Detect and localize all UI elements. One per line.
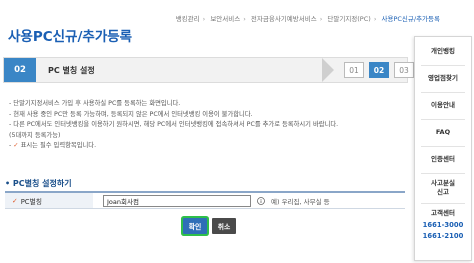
pc-alias-form: ✓ PC별칭 예) 우리집, 사무실 등 — [5, 191, 405, 209]
required-check-icon: ✓ — [13, 142, 19, 149]
action-buttons: 확인 취소 — [183, 218, 236, 234]
quick-menu: 개인뱅킹 영업점찾기 이용안내 FAQ 인증센터 사고분실 신고 고객센터 16… — [414, 36, 472, 261]
quickmenu-branch-finder[interactable]: 영업점찾기 — [415, 74, 471, 83]
step-2-active: 02 — [369, 62, 389, 78]
step-arrow-icon — [322, 58, 334, 82]
step-1: 01 — [344, 62, 364, 78]
quickmenu-loss-report[interactable]: 사고분실 신고 — [415, 179, 471, 197]
required-note-text: 표시는 필수 입력항목입니다. — [20, 142, 97, 149]
required-note: - ✓ 표시는 필수 입력항목입니다. — [9, 142, 97, 149]
breadcrumb-separator: › — [319, 15, 323, 23]
breadcrumb-separator: › — [202, 15, 206, 23]
quickmenu-divider — [421, 65, 465, 66]
guide-note: - 단말기지정서비스 가입 후 사용하실 PC를 등록하는 화면입니다. — [9, 100, 181, 107]
quickmenu-faq[interactable]: FAQ — [415, 128, 471, 137]
info-circle-icon — [257, 196, 265, 205]
pc-alias-label-text: PC별칭 — [20, 197, 43, 206]
pc-alias-label: ✓ PC별칭 — [5, 193, 93, 208]
guide-note: (5대까지 등록가능) — [9, 131, 61, 139]
pc-alias-input[interactable] — [103, 194, 251, 207]
quickmenu-divider — [421, 203, 465, 204]
guide-note: - 다른 PC에서도 인터넷뱅킹을 이용하기 원하시면, 해당 PC에서 인터넷… — [9, 121, 339, 128]
customer-center-phone: 1661-3000 — [422, 221, 464, 229]
quickmenu-loss-report-line2: 신고 — [437, 188, 449, 196]
page-title: 사용PC신규/추가등록 — [8, 29, 133, 45]
section-title: • PC별칭 설정하기 — [5, 179, 72, 188]
quickmenu-personal-banking[interactable]: 개인뱅킹 — [415, 47, 471, 56]
quickmenu-loss-report-line1: 사고분실 — [431, 179, 455, 187]
breadcrumb-item[interactable]: 뱅킹관리 — [176, 15, 200, 23]
step-indicator: 02 PC 별칭 설정 01 02 03 — [3, 57, 414, 83]
current-step-number: 02 — [4, 58, 36, 82]
breadcrumb-separator: › — [373, 15, 377, 23]
breadcrumb-item[interactable]: 단말기지정(PC) — [327, 15, 370, 23]
step-list: 01 02 03 — [344, 62, 414, 78]
confirm-button[interactable]: 확인 — [183, 218, 207, 234]
breadcrumb-separator: › — [243, 15, 246, 23]
quickmenu-divider — [421, 173, 465, 174]
guide-note: - 현재 사용 중인 PC만 등록 가능하며, 등록되지 않은 PC에서 인터넷… — [9, 110, 253, 118]
breadcrumb: 뱅킹관리 › 보안서비스 › 전자금융사기예방서비스 › 단말기지정(PC) › 사용P… — [176, 13, 440, 23]
quickmenu-divider — [421, 146, 465, 147]
step-3: 03 — [394, 62, 414, 78]
pc-alias-cell: 예) 우리집, 사무실 등 — [93, 193, 405, 208]
quickmenu-usage-guide[interactable]: 이용안내 — [415, 101, 471, 110]
quickmenu-cert-center[interactable]: 인증센터 — [415, 155, 471, 164]
breadcrumb-item[interactable]: 전자금융사기예방서비스 — [251, 15, 317, 23]
guide-notes: - 단말기지정서비스 가입 후 사용하실 PC를 등록하는 화면입니다. - 현… — [9, 99, 409, 152]
breadcrumb-current: 사용PC신규/추가등록 — [381, 15, 441, 23]
quickmenu-divider — [421, 119, 465, 120]
quickmenu-customer-center: 고객센터 — [431, 209, 455, 217]
breadcrumb-item[interactable]: 보안서비스 — [210, 15, 240, 23]
cancel-button[interactable]: 취소 — [212, 218, 236, 234]
quickmenu-divider — [421, 92, 465, 93]
pc-alias-example: 예) 우리집, 사무실 등 — [271, 197, 330, 206]
required-check-icon: ✓ — [12, 196, 18, 205]
current-step-title: PC 별칭 설정 — [48, 66, 95, 75]
customer-center-phone: 1661-2100 — [422, 232, 464, 240]
